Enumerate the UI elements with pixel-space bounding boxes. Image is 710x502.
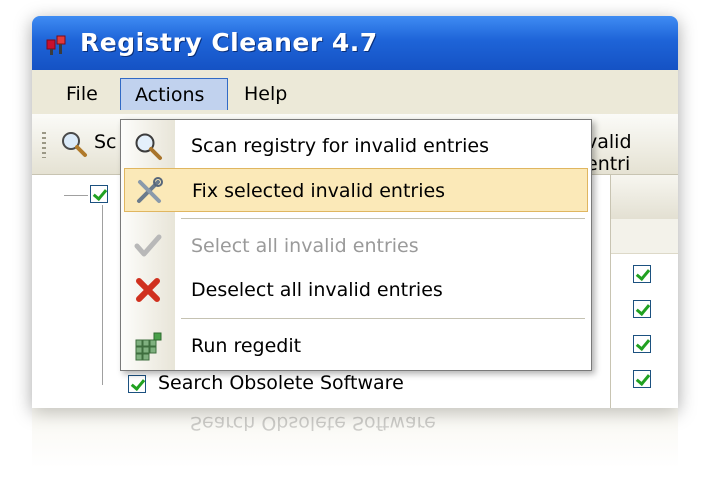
menu-item-select-all[interactable]: Select all invalid entries bbox=[121, 224, 591, 268]
menu-item-label: Scan registry for invalid entries bbox=[191, 135, 489, 157]
results-pane bbox=[610, 175, 678, 408]
menu-item-label: Select all invalid entries bbox=[191, 235, 419, 257]
magnifier-icon bbox=[135, 133, 162, 160]
menu-separator bbox=[181, 318, 585, 319]
title-bar[interactable]: Registry Cleaner 4.7 bbox=[32, 16, 678, 70]
tree-item-checkbox[interactable] bbox=[128, 375, 146, 393]
app-cube-icon bbox=[46, 35, 66, 55]
toolbar-fix-label[interactable]: valid entri bbox=[586, 131, 678, 175]
reflection-text: Search Obsolete Software bbox=[190, 412, 436, 434]
search-icon[interactable] bbox=[60, 130, 88, 158]
menu-item-scan-registry[interactable]: Scan registry for invalid entries bbox=[121, 124, 591, 168]
menu-file[interactable]: File bbox=[52, 78, 112, 110]
actions-dropdown-menu: Scan registry for invalid entries Fix se… bbox=[120, 119, 592, 371]
repair-tools-icon bbox=[137, 177, 163, 203]
checkmark-icon bbox=[134, 234, 162, 257]
menu-actions[interactable]: Actions bbox=[120, 78, 228, 110]
menu-item-label: Fix selected invalid entries bbox=[192, 180, 446, 202]
toolbar-scan-label[interactable]: Sc bbox=[94, 131, 117, 153]
window-title: Registry Cleaner 4.7 bbox=[80, 28, 378, 57]
tree-connector bbox=[102, 205, 103, 385]
menu-item-deselect-all[interactable]: Deselect all invalid entries bbox=[121, 268, 591, 312]
menu-item-label: Deselect all invalid entries bbox=[191, 279, 443, 301]
window-reflection: Search Obsolete Software bbox=[32, 408, 678, 468]
results-header bbox=[611, 175, 678, 220]
result-row-checkbox[interactable] bbox=[633, 370, 651, 388]
result-row-checkbox[interactable] bbox=[633, 300, 651, 318]
regedit-grid-icon bbox=[135, 332, 162, 361]
menu-item-label: Run regedit bbox=[191, 335, 302, 357]
menu-separator bbox=[181, 218, 585, 219]
toolbar-grip[interactable] bbox=[42, 132, 46, 158]
menu-bar: File Actions Help bbox=[32, 70, 678, 115]
menu-item-run-regedit[interactable]: Run regedit bbox=[121, 324, 591, 368]
result-row-checkbox[interactable] bbox=[633, 265, 651, 283]
menu-item-fix-selected[interactable]: Fix selected invalid entries bbox=[124, 168, 588, 212]
tree-root-checkbox[interactable] bbox=[90, 185, 108, 203]
result-row-checkbox[interactable] bbox=[633, 335, 651, 353]
menu-help[interactable]: Help bbox=[230, 78, 301, 110]
tree-connector bbox=[64, 195, 88, 196]
red-x-icon bbox=[136, 278, 160, 302]
tree-item-label[interactable]: Search Obsolete Software bbox=[158, 372, 404, 394]
results-subheader bbox=[611, 219, 678, 254]
